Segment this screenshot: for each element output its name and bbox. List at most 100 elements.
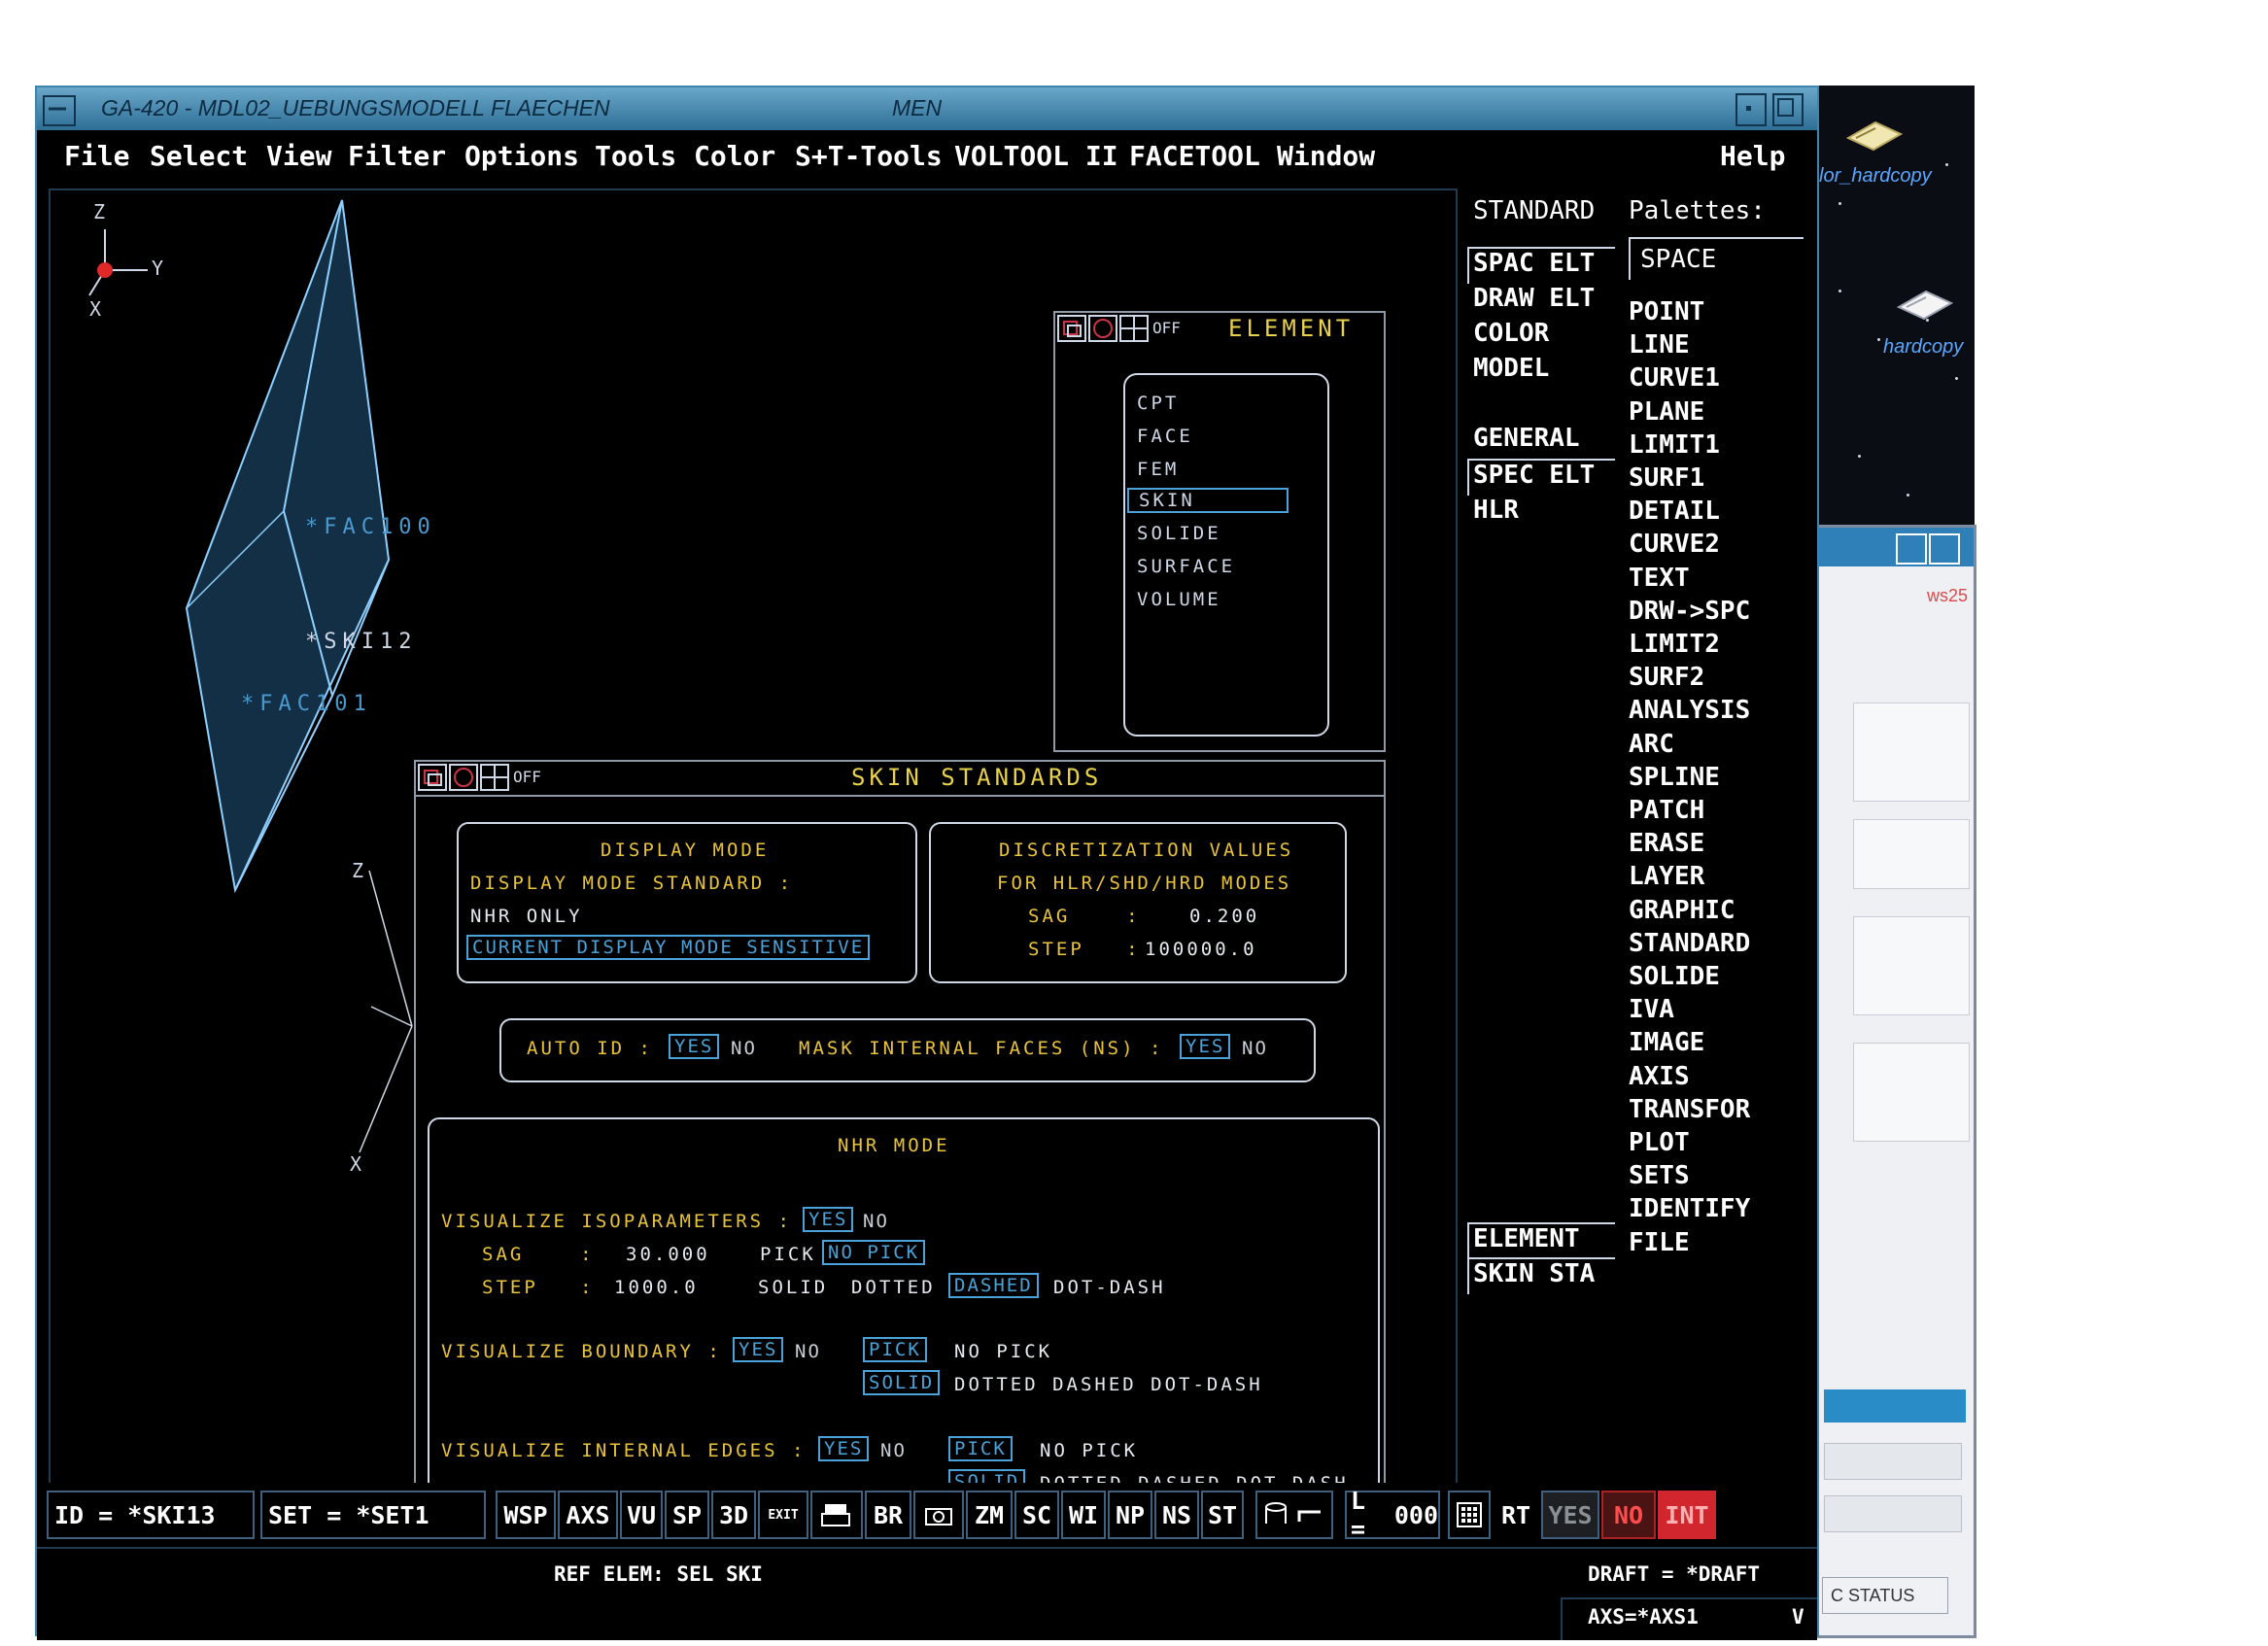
auto-id-no-button[interactable]: NO	[731, 1038, 757, 1059]
panel-grid-icon[interactable]	[480, 764, 509, 791]
internal-edges-no-button[interactable]: NO	[880, 1440, 907, 1461]
menu-voltool[interactable]: VOLTOOL II	[954, 140, 1118, 172]
palette-item-skin-sta[interactable]: SKIN STA	[1473, 1259, 1595, 1288]
minimize-icon[interactable]	[1735, 93, 1767, 126]
desktop-icon-label[interactable]: lor_hardcopy	[1819, 165, 1932, 188]
id-field[interactable]: ID = *SKI13	[47, 1491, 255, 1539]
menu-select[interactable]: Select	[150, 140, 248, 172]
palette-item-model[interactable]: MODEL	[1473, 354, 1549, 383]
palette-item[interactable]: PATCH	[1629, 796, 1704, 825]
sag-value-field[interactable]: 0.200	[1189, 906, 1259, 927]
line-style-dot-dash[interactable]: DOT-DASH	[1053, 1277, 1166, 1298]
window-menu-icon[interactable]	[43, 95, 76, 126]
st-button[interactable]: ST	[1201, 1491, 1244, 1539]
maximize-icon[interactable]	[1772, 93, 1804, 126]
current-display-mode-sensitive-button[interactable]: CURRENT DISPLAY MODE SENSITIVE	[466, 935, 871, 960]
nhr-step-value-field[interactable]: 1000.0	[614, 1277, 699, 1298]
wsp-button[interactable]: WSP	[496, 1491, 556, 1539]
background-input[interactable]	[1824, 1443, 1962, 1480]
menu-facetool[interactable]: FACETOOL	[1129, 140, 1260, 172]
boundary-no-pick[interactable]: NO PICK	[954, 1341, 1052, 1362]
sc-button[interactable]: SC	[1014, 1491, 1059, 1539]
menu-filter[interactable]: Filter	[348, 140, 446, 172]
palette-item[interactable]: LIMIT1	[1629, 430, 1720, 460]
rt-button[interactable]: RT	[1495, 1491, 1537, 1539]
set-field[interactable]: SET = *SET1	[260, 1491, 486, 1539]
line-style-solid[interactable]: SOLID	[758, 1277, 828, 1298]
mask-yes-button[interactable]: YES	[1180, 1034, 1231, 1059]
palette-item[interactable]: TRANSFOR	[1629, 1095, 1750, 1124]
yes-button[interactable]: YES	[1541, 1491, 1599, 1539]
element-label[interactable]: *SKI12	[305, 630, 417, 654]
palette-item[interactable]: TEXT	[1629, 564, 1690, 593]
panel-close-icon[interactable]	[449, 764, 478, 791]
keypad-icon[interactable]	[1448, 1491, 1491, 1539]
palette-item[interactable]: SPLINE	[1629, 763, 1720, 792]
menu-file[interactable]: File	[64, 140, 129, 172]
line-style-dotted[interactable]: DOTTED	[851, 1277, 936, 1298]
palette-item[interactable]: IDENTIFY	[1629, 1194, 1750, 1223]
palette-item-spec-elt[interactable]: SPEC ELT	[1473, 461, 1595, 490]
palette-item[interactable]: SETS	[1629, 1161, 1690, 1190]
panel-off-toggle[interactable]: OFF	[513, 768, 541, 786]
menu-window[interactable]: Window	[1277, 140, 1375, 172]
element-label[interactable]: *FAC101	[241, 692, 372, 716]
sp-button[interactable]: SP	[665, 1491, 709, 1539]
nhr-sag-value-field[interactable]: 30.000	[626, 1244, 710, 1265]
menu-tools[interactable]: Tools	[595, 140, 676, 172]
palette-item-color[interactable]: COLOR	[1473, 319, 1549, 348]
list-item[interactable]: SOLIDE	[1137, 523, 1221, 544]
line-style-dashed-button[interactable]: DASHED	[948, 1273, 1039, 1298]
br-button[interactable]: BR	[865, 1491, 911, 1539]
printer-icon[interactable]	[810, 1491, 863, 1539]
axs-button[interactable]: AXS	[558, 1491, 618, 1539]
background-status-button[interactable]: C STATUS	[1822, 1577, 1948, 1614]
panel-off-toggle[interactable]: OFF	[1152, 319, 1181, 337]
menu-options[interactable]: Options	[464, 140, 579, 172]
no-button[interactable]: NO	[1601, 1491, 1656, 1539]
palette-item[interactable]: SURF1	[1629, 463, 1704, 493]
palette-item[interactable]: DETAIL	[1629, 497, 1720, 526]
mask-no-button[interactable]: NO	[1242, 1038, 1268, 1059]
panel-pin-icon[interactable]	[1057, 315, 1086, 342]
element-list[interactable]: CPT FACE FEM SKIN SOLIDE SURFACE VOLUME	[1123, 373, 1329, 737]
internal-edges-no-pick[interactable]: NO PICK	[1040, 1440, 1138, 1461]
palette-item[interactable]: ANALYSIS	[1629, 696, 1750, 725]
palette-item[interactable]: GRAPHIC	[1629, 896, 1735, 925]
cylinder-icon[interactable]	[1255, 1491, 1333, 1539]
menu-color[interactable]: Color	[694, 140, 775, 172]
panel-pin-icon[interactable]	[418, 764, 447, 791]
internal-edges-yes-button[interactable]: YES	[818, 1436, 870, 1461]
hardcopy-icon[interactable]	[1893, 284, 1955, 323]
menu-view[interactable]: View	[266, 140, 331, 172]
desktop-icon-label[interactable]: hardcopy	[1883, 336, 1963, 359]
menu-st-tools[interactable]: S+T-Tools	[795, 140, 943, 172]
palette-item[interactable]: SOLIDE	[1629, 962, 1720, 991]
palette-item[interactable]: PLANE	[1629, 397, 1704, 427]
boundary-line-styles[interactable]: DOTTED DASHED DOT-DASH	[954, 1374, 1263, 1395]
palette-item[interactable]: LINE	[1629, 330, 1690, 360]
list-item[interactable]: VOLUME	[1137, 589, 1221, 610]
palette-item[interactable]: PLOT	[1629, 1128, 1690, 1157]
palette-item[interactable]: ERASE	[1629, 829, 1704, 858]
int-button[interactable]: INT	[1658, 1491, 1716, 1539]
step-value-field[interactable]: 100000.0	[1145, 939, 1257, 960]
exit-button[interactable]: EXIT	[758, 1491, 808, 1539]
palette-item[interactable]: ARC	[1629, 730, 1674, 759]
palette-item[interactable]: FILE	[1629, 1228, 1690, 1257]
boundary-no-button[interactable]: NO	[795, 1341, 821, 1362]
np-button[interactable]: NP	[1108, 1491, 1152, 1539]
boundary-yes-button[interactable]: YES	[733, 1337, 784, 1362]
menu-help[interactable]: Help	[1720, 140, 1785, 172]
palette-item[interactable]: IVA	[1629, 995, 1674, 1024]
list-item-selected[interactable]: SKIN	[1127, 488, 1289, 513]
no-pick-button[interactable]: NO PICK	[822, 1240, 926, 1265]
window-titlebar[interactable]: GA-420 - MDL02_UEBUNGSMODELL FLAECHEN ME…	[37, 87, 1817, 130]
panel-grid-icon[interactable]	[1119, 315, 1149, 342]
list-item[interactable]: CPT	[1137, 393, 1179, 414]
minimize-icon[interactable]	[1896, 533, 1927, 565]
palette-item[interactable]: AXIS	[1629, 1062, 1690, 1091]
background-input[interactable]	[1824, 1495, 1962, 1532]
palette-item-hlr[interactable]: HLR	[1473, 496, 1519, 525]
palette-item-general[interactable]: GENERAL	[1473, 424, 1580, 453]
